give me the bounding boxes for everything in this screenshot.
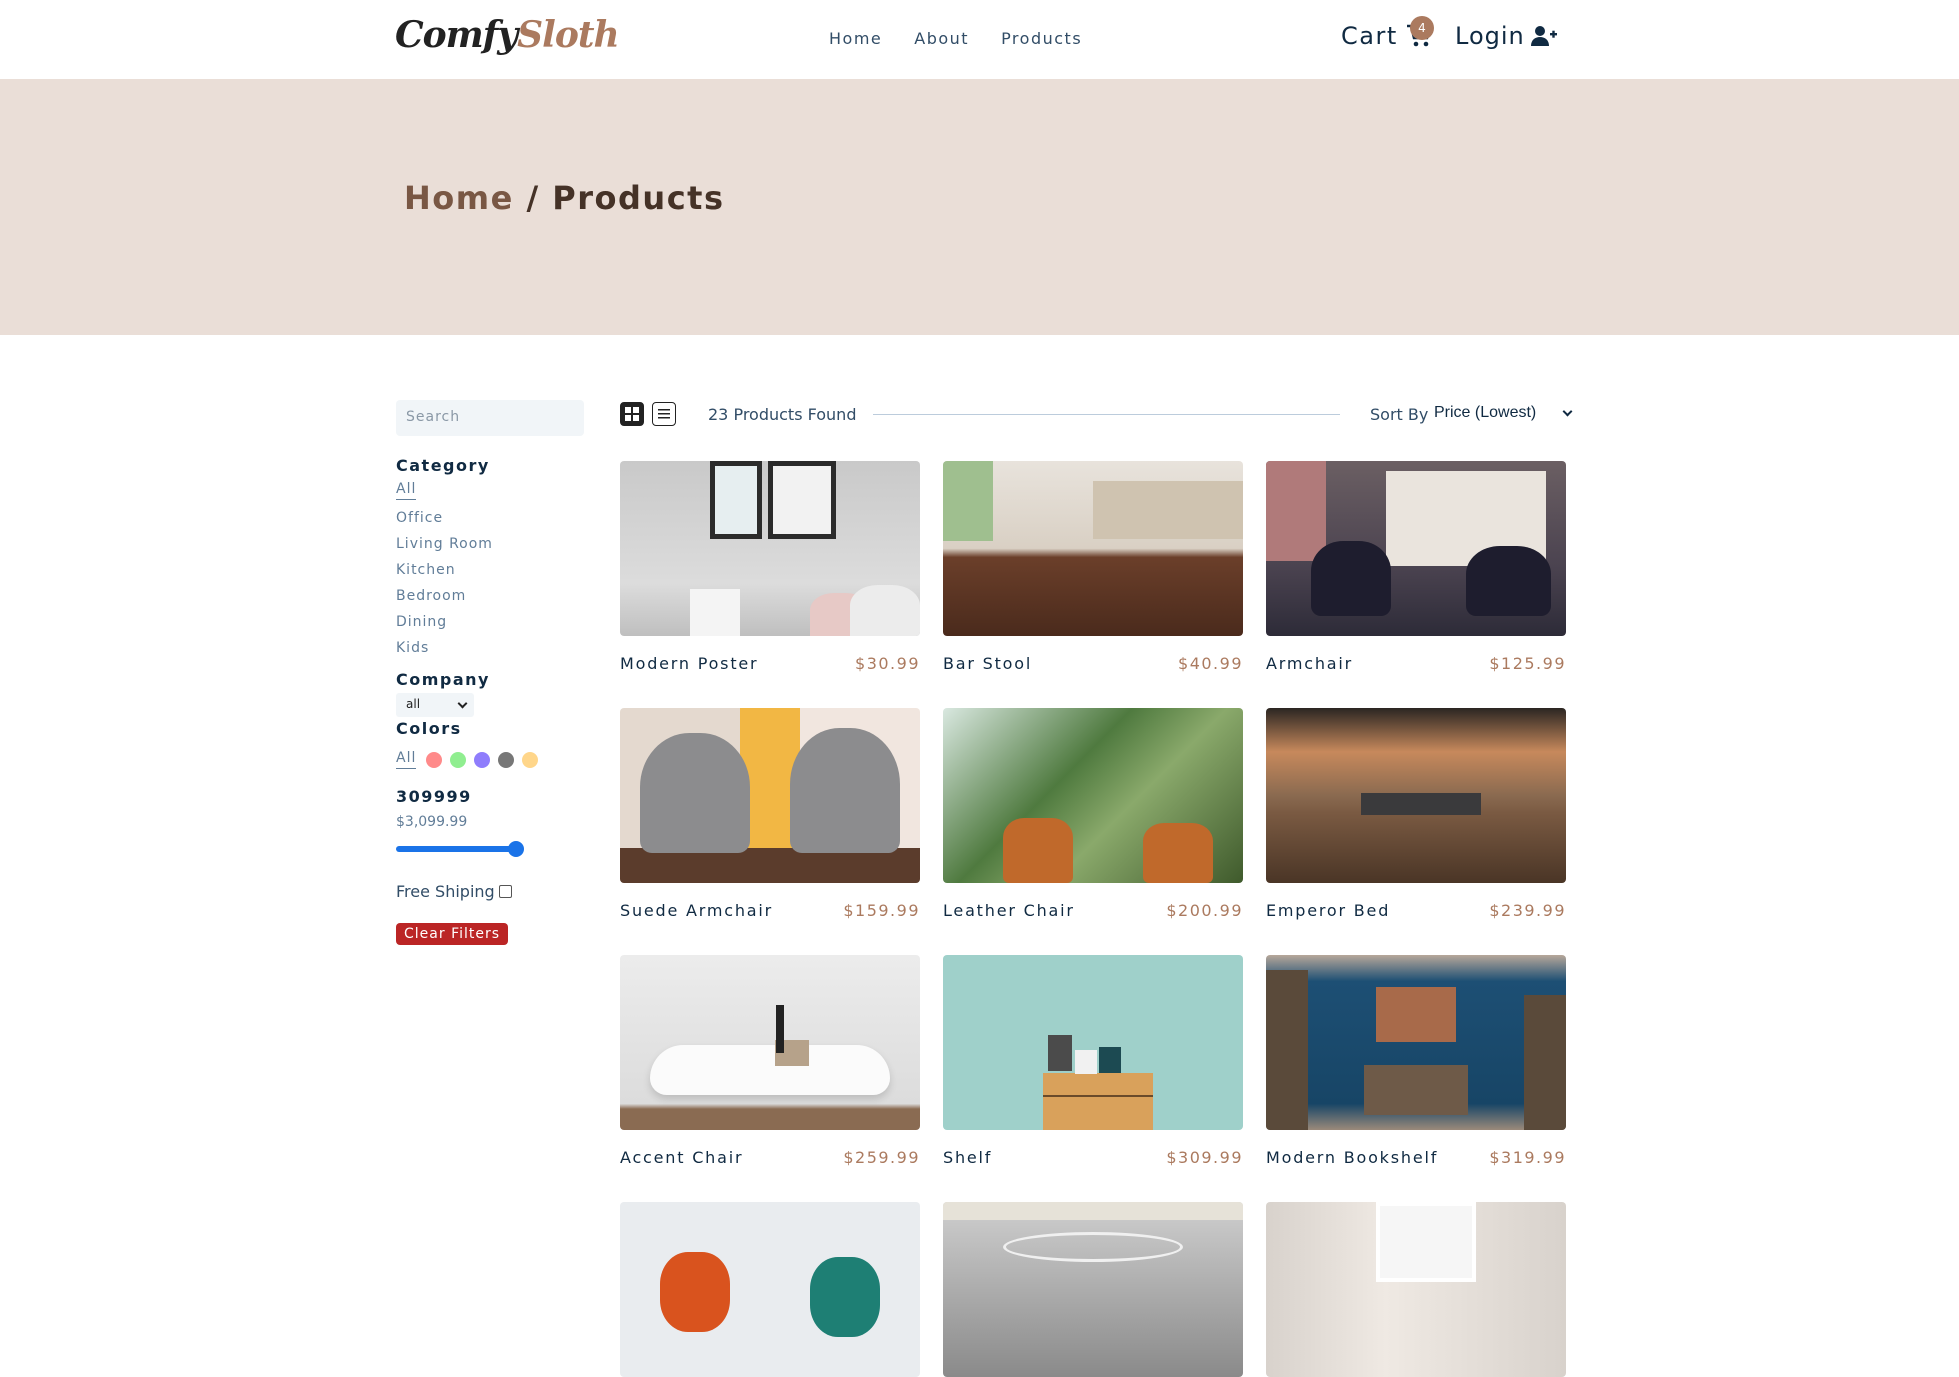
category-heading: Category	[396, 456, 490, 475]
toolbar-divider	[873, 414, 1340, 415]
product-card[interactable]: Armchair $125.99	[1266, 461, 1566, 673]
product-name: Modern Bookshelf	[1266, 1148, 1439, 1167]
product-name: Shelf	[943, 1148, 993, 1167]
cart-label: Cart	[1341, 22, 1398, 50]
product-name: Leather Chair	[943, 901, 1075, 920]
price-range-slider[interactable]	[396, 840, 524, 858]
color-options: All	[396, 750, 586, 769]
color-swatch-red[interactable]	[426, 751, 443, 768]
product-card[interactable]: Modern Poster $30.99	[620, 461, 920, 673]
product-price: $309.99	[1166, 1148, 1243, 1167]
product-card[interactable]	[943, 1202, 1243, 1377]
grid-icon	[625, 407, 639, 421]
product-name: Emperor Bed	[1266, 901, 1391, 920]
logo[interactable]: ComfySloth	[395, 14, 620, 56]
price-heading: 309999	[396, 787, 472, 806]
nav-link-about[interactable]: About	[914, 29, 969, 48]
category-dining[interactable]: Dining	[396, 614, 447, 630]
category-all[interactable]: All	[396, 481, 417, 500]
product-name: Bar Stool	[943, 654, 1033, 673]
product-image[interactable]	[620, 461, 920, 636]
products-toolbar: 23 Products Found Sort By Price (Lowest)	[620, 402, 1566, 430]
product-price: $40.99	[1178, 654, 1243, 673]
product-card[interactable]: Bar Stool $40.99	[943, 461, 1243, 673]
breadcrumb-home-link[interactable]: Home	[404, 179, 514, 217]
free-shipping-label: Free Shiping	[396, 882, 495, 901]
product-name: Accent Chair	[620, 1148, 744, 1167]
product-image[interactable]	[620, 955, 920, 1130]
color-swatch-gray[interactable]	[498, 751, 515, 768]
login-label: Login	[1455, 22, 1525, 50]
page-hero: Home / Products	[0, 79, 1959, 335]
company-select[interactable]: all	[396, 693, 474, 717]
product-image[interactable]	[1266, 708, 1566, 883]
user-plus-icon	[1530, 26, 1557, 46]
product-image[interactable]	[943, 1202, 1243, 1377]
navbar: ComfySloth Home About Products Cart 4 Lo…	[0, 0, 1959, 79]
logo-text-a: Comfy	[395, 14, 518, 56]
product-name: Armchair	[1266, 654, 1353, 673]
list-icon	[658, 409, 670, 419]
product-image[interactable]	[1266, 461, 1566, 636]
product-price: $30.99	[855, 654, 920, 673]
product-image[interactable]	[1266, 955, 1566, 1130]
product-price: $200.99	[1166, 901, 1243, 920]
category-bedroom[interactable]: Bedroom	[396, 588, 466, 604]
category-living-room[interactable]: Living Room	[396, 536, 493, 552]
logo-text-b: Sloth	[517, 14, 619, 56]
sort-label: Sort By	[1370, 405, 1429, 424]
price-range-track	[396, 846, 516, 852]
product-card[interactable]	[620, 1202, 920, 1377]
color-swatch-green[interactable]	[450, 751, 467, 768]
category-office[interactable]: Office	[396, 510, 443, 526]
clear-filters-button[interactable]: Clear Filters	[396, 923, 509, 945]
color-swatch-blue[interactable]	[474, 751, 491, 768]
nav-link-products[interactable]: Products	[1001, 29, 1082, 48]
breadcrumb-current: Products	[552, 179, 725, 217]
product-price: $125.99	[1489, 654, 1566, 673]
product-card[interactable]: Emperor Bed $239.99	[1266, 708, 1566, 920]
filters-sidebar: Search Category All Office Living Room K…	[396, 400, 586, 945]
product-image[interactable]	[1266, 1202, 1566, 1377]
sort-select[interactable]: Price (Lowest)	[1434, 404, 1536, 422]
product-card[interactable]: Suede Armchair $159.99	[620, 708, 920, 920]
product-price: $239.99	[1489, 901, 1566, 920]
category-kitchen[interactable]: Kitchen	[396, 562, 456, 578]
price-range-thumb[interactable]	[508, 841, 524, 857]
company-heading: Company	[396, 670, 490, 689]
product-image[interactable]	[620, 1202, 920, 1377]
product-image[interactable]	[943, 955, 1243, 1130]
product-price: $319.99	[1489, 1148, 1566, 1167]
breadcrumb: Home / Products	[404, 179, 725, 217]
product-price: $259.99	[843, 1148, 920, 1167]
colors-heading: Colors	[396, 719, 462, 738]
color-swatch-yellow[interactable]	[522, 751, 539, 768]
nav-link-home[interactable]: Home	[829, 29, 882, 48]
product-image[interactable]	[943, 708, 1243, 883]
product-image[interactable]	[943, 461, 1243, 636]
free-shipping-checkbox[interactable]	[498, 885, 512, 898]
login-button[interactable]: Login	[1455, 22, 1557, 50]
free-shipping-filter: Free Shiping	[396, 882, 586, 901]
product-name: Suede Armchair	[620, 901, 774, 920]
grid-view-button[interactable]	[620, 402, 644, 426]
breadcrumb-separator: /	[513, 179, 553, 217]
search-input[interactable]: Search	[396, 400, 584, 436]
list-view-button[interactable]	[652, 402, 676, 426]
color-all[interactable]: All	[396, 750, 417, 769]
price-value: $3,099.99	[396, 814, 468, 830]
product-card[interactable]: Modern Bookshelf $319.99	[1266, 955, 1566, 1167]
product-card[interactable]: Shelf $309.99	[943, 955, 1243, 1167]
product-image[interactable]	[620, 708, 920, 883]
products-count: 23 Products Found	[708, 405, 857, 424]
nav-links: Home About Products	[829, 29, 1082, 48]
cart-count-badge: 4	[1410, 16, 1434, 40]
product-price: $159.99	[843, 901, 920, 920]
category-kids[interactable]: Kids	[396, 640, 429, 656]
product-name: Modern Poster	[620, 654, 759, 673]
product-card[interactable]: Accent Chair $259.99	[620, 955, 920, 1167]
product-card[interactable]: Leather Chair $200.99	[943, 708, 1243, 920]
product-card[interactable]	[1266, 1202, 1566, 1377]
